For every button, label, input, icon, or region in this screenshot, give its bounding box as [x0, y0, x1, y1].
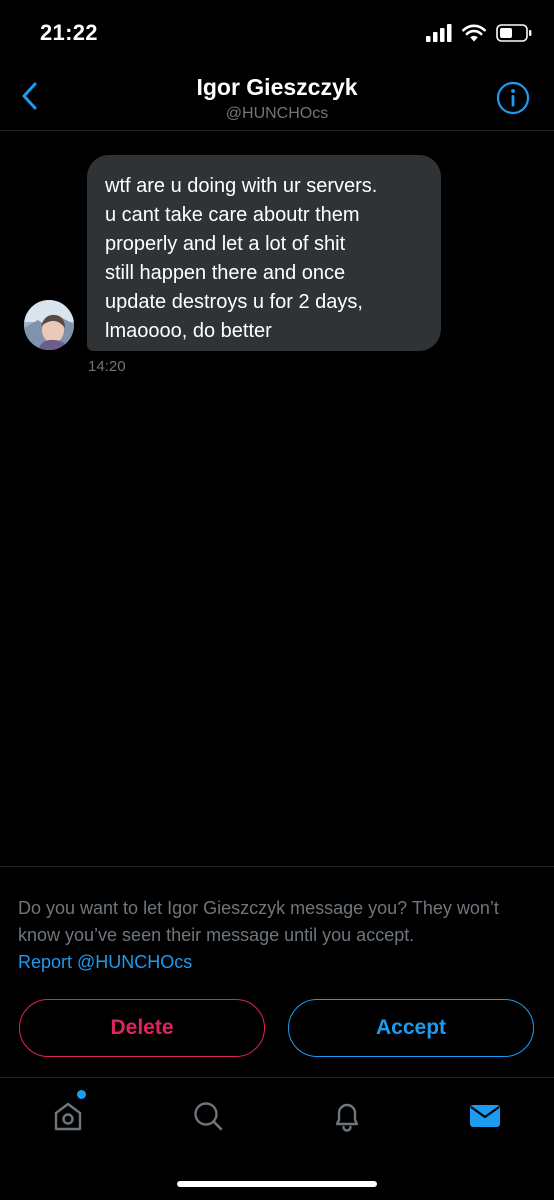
home-indicator[interactable]: [177, 1181, 377, 1187]
info-button[interactable]: [496, 81, 530, 115]
notifications-icon: [335, 1103, 359, 1132]
wifi-icon: [462, 24, 486, 42]
tab-notifications[interactable]: [327, 1096, 367, 1136]
messages-icon: [470, 1105, 500, 1127]
accept-button[interactable]: Accept: [288, 999, 534, 1057]
dm-request-screen: 21:22 Igor Gieszczyk @HUNCHOcs wtf are u…: [0, 0, 554, 1200]
home-new-indicator-dot: [77, 1090, 86, 1099]
message-text: wtf are u doing with ur servers. u cant …: [105, 175, 378, 342]
message-bubble[interactable]: wtf are u doing with ur servers. u cant …: [87, 155, 441, 351]
conversation-title: Igor Gieszczyk: [196, 74, 358, 100]
report-link[interactable]: Report @HUNCHOcs: [18, 949, 192, 976]
info-icon: [496, 81, 530, 115]
avatar[interactable]: [24, 300, 74, 350]
cellular-signal-icon: [426, 24, 452, 42]
divider: [0, 866, 554, 867]
tab-search[interactable]: [188, 1096, 228, 1136]
message-timestamp: 14:20: [88, 358, 126, 375]
delete-button[interactable]: Delete: [19, 999, 265, 1057]
tab-home[interactable]: [48, 1096, 88, 1136]
home-icon: [54, 1102, 82, 1131]
conversation-header: Igor Gieszczyk @HUNCHOcs: [0, 64, 554, 131]
battery-icon: [496, 24, 532, 42]
status-time: 21:22: [40, 20, 98, 45]
conversation-handle: @HUNCHOcs: [225, 105, 329, 122]
message-request-prompt: Do you want to let Igor Gieszczyk messag…: [18, 898, 499, 945]
status-icons: [426, 24, 532, 42]
tab-messages[interactable]: [465, 1096, 505, 1136]
status-bar: 21:22: [0, 0, 554, 64]
avatar-image: [24, 300, 74, 350]
search-icon: [194, 1102, 223, 1131]
